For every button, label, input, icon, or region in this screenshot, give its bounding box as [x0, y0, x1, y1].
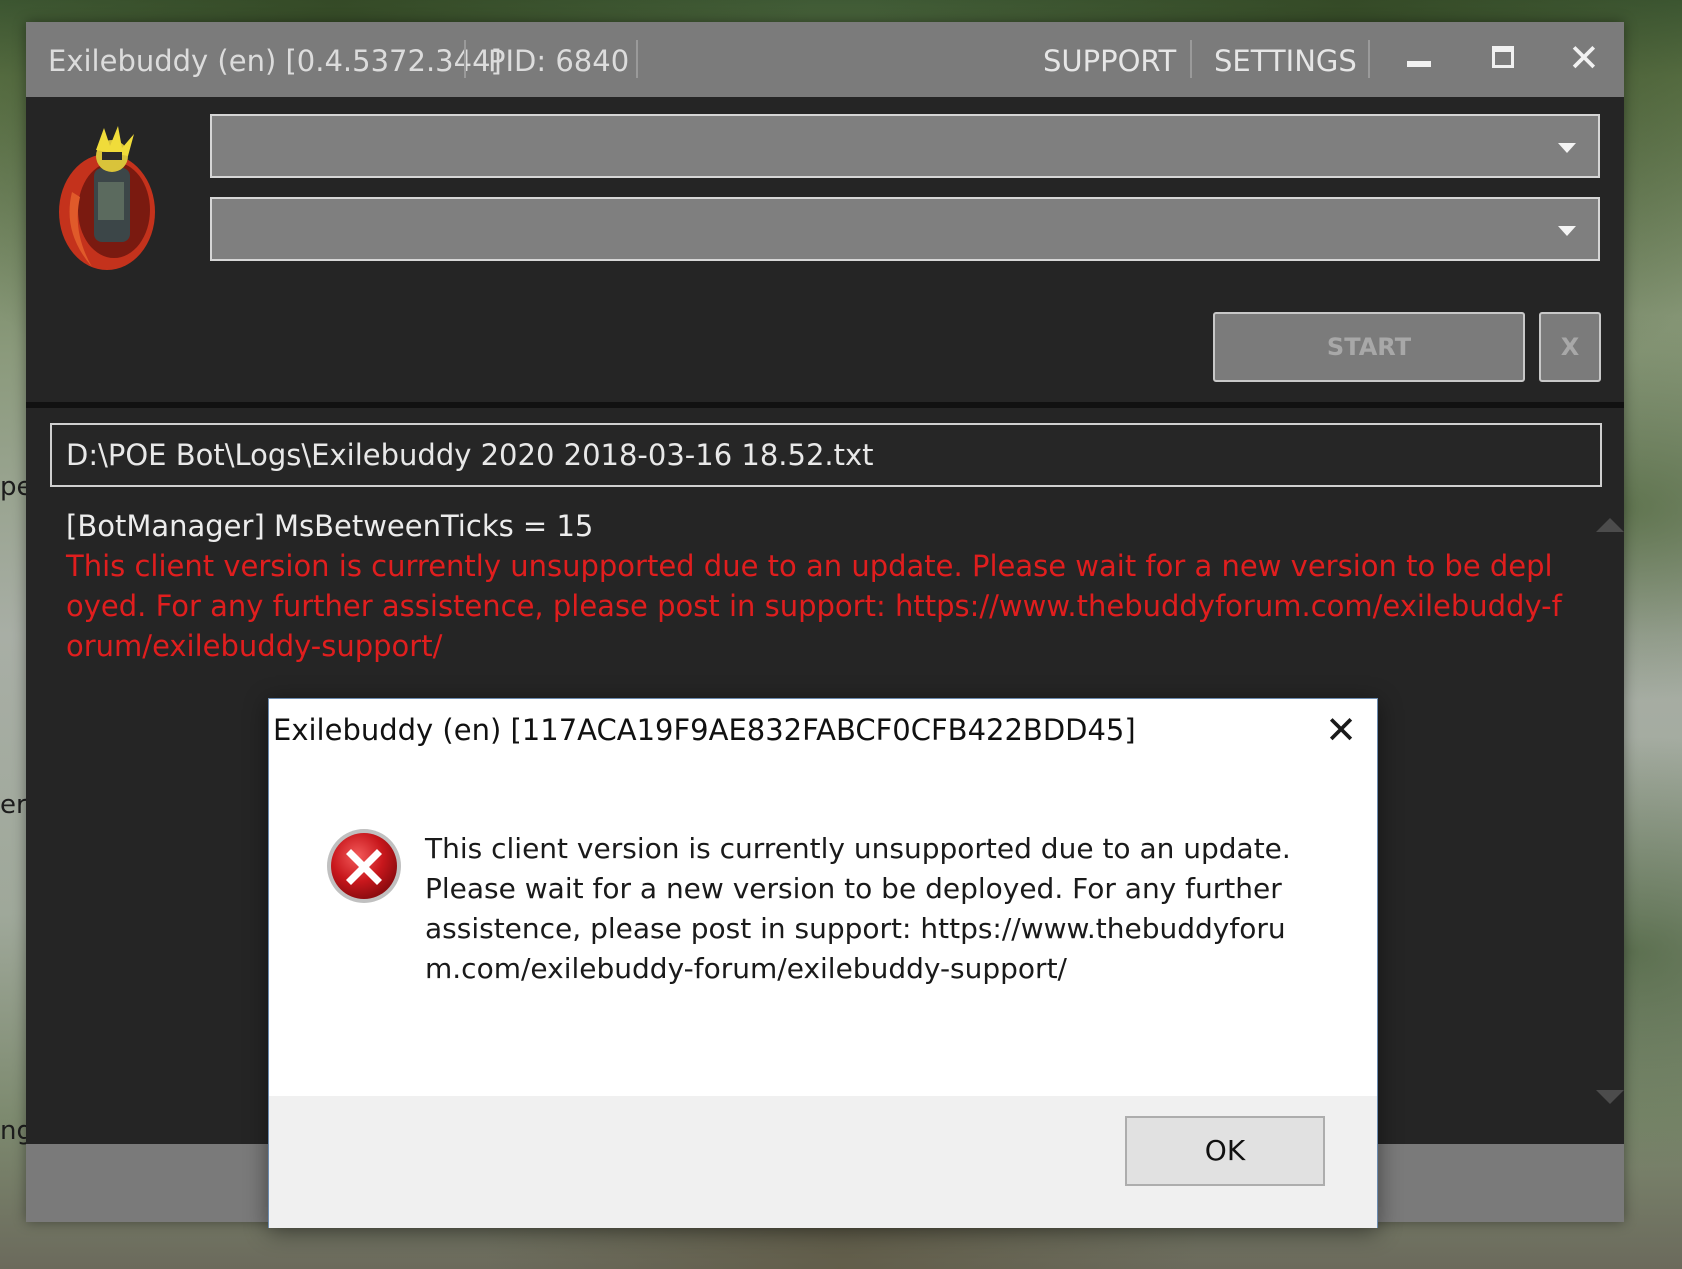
settings-link[interactable]: SETTINGS — [1214, 44, 1357, 78]
ok-button[interactable]: OK — [1125, 1116, 1325, 1186]
close-icon: ✕ — [1325, 708, 1357, 752]
stop-button[interactable]: X — [1539, 312, 1601, 382]
title-separator — [464, 40, 466, 78]
pid-label: PID: 6840 — [488, 44, 630, 78]
minimize-icon — [1407, 61, 1431, 67]
maximize-icon — [1492, 46, 1514, 68]
window-title: Exilebuddy (en) [0.4.5372.344] — [48, 44, 502, 78]
title-separator — [636, 40, 638, 78]
titlebar[interactable]: Exilebuddy (en) [0.4.5372.344] PID: 6840… — [26, 22, 1624, 97]
profile-dropdown[interactable] — [210, 114, 1600, 178]
error-icon — [327, 829, 401, 903]
log-output[interactable]: [BotManager] MsBetweenTicks = 15 This cl… — [66, 506, 1562, 666]
title-separator — [1368, 40, 1370, 78]
title-separator — [1190, 40, 1192, 78]
log-line: [BotManager] MsBetweenTicks = 15 — [66, 509, 594, 543]
dialog-title: Exilebuddy (en) [117ACA19F9AE832FABCF0CF… — [273, 713, 1136, 747]
close-button[interactable]: ✕ — [1556, 36, 1612, 82]
scroll-up-arrow[interactable] — [1596, 518, 1624, 532]
dialog-message: This client version is currently unsuppo… — [425, 832, 1291, 985]
log-file-path[interactable]: D:\POE Bot\Logs\Exilebuddy 2020 2018-03-… — [50, 423, 1602, 487]
desktop-fragment: er — [0, 790, 27, 820]
dialog-button-bar: OK — [269, 1096, 1377, 1228]
maximize-button[interactable] — [1475, 36, 1531, 82]
scroll-down-arrow[interactable] — [1596, 1090, 1624, 1104]
log-line-error: This client version is currently unsuppo… — [66, 549, 1562, 663]
close-icon: ✕ — [1568, 36, 1600, 80]
support-link[interactable]: SUPPORT — [1043, 44, 1176, 78]
chevron-down-icon — [1558, 226, 1576, 236]
section-divider — [26, 402, 1624, 408]
error-message-dialog: Exilebuddy (en) [117ACA19F9AE832FABCF0CF… — [268, 698, 1378, 1228]
minimize-button[interactable] — [1391, 36, 1447, 82]
chevron-down-icon — [1558, 143, 1576, 153]
bot-dropdown[interactable] — [210, 197, 1600, 261]
exilebuddy-logo-icon — [59, 126, 155, 270]
dialog-close-button[interactable]: ✕ — [1321, 711, 1361, 751]
start-button[interactable]: START — [1213, 312, 1525, 382]
